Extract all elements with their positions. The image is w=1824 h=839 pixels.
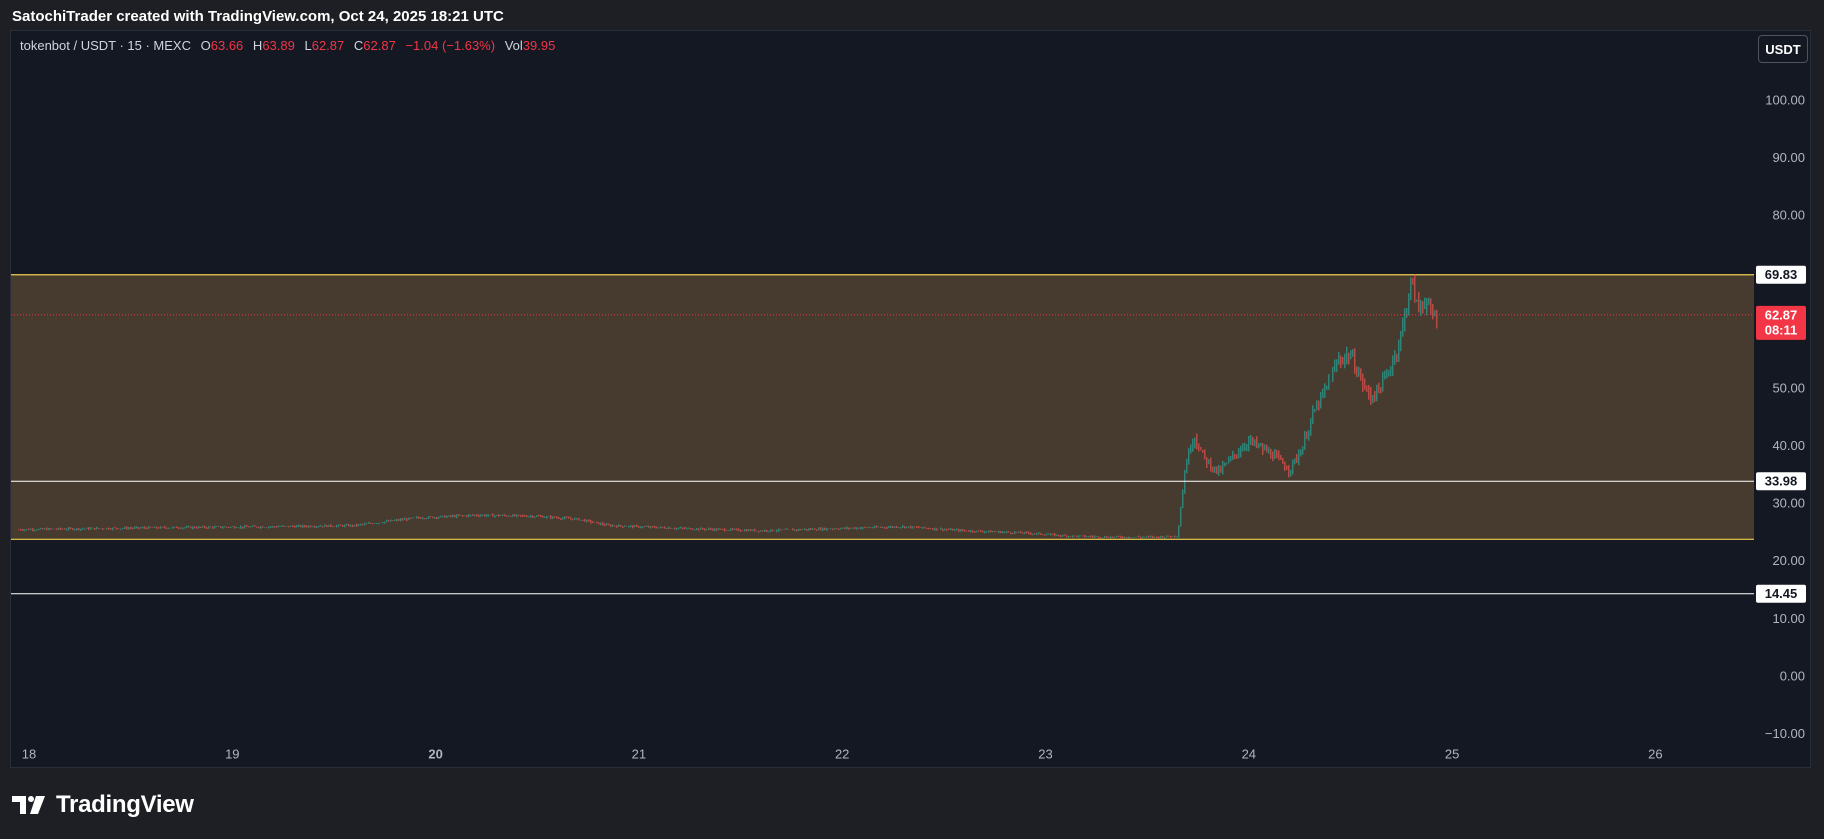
legend-low-label: L <box>304 38 312 53</box>
price-tags: 69.83 33.98 14.45 62.8708:11 <box>1756 265 1806 603</box>
time-tick-label: 26 <box>1648 746 1662 761</box>
legend-open-value: 63.66 <box>210 38 244 53</box>
price-tick-label: 0.00 <box>1780 668 1805 683</box>
legend-low-value: 62.87 <box>311 38 345 53</box>
price-tick-label: 20.00 <box>1772 553 1805 568</box>
price-tick-label: 50.00 <box>1772 380 1805 395</box>
time-tick-label: 19 <box>225 746 239 761</box>
price-tick-label: 100.00 <box>1765 92 1805 107</box>
brand-name: TradingView <box>56 791 194 818</box>
legend-change: −1.04 (−1.63%) <box>405 38 496 53</box>
legend-symbol: tokenbot / USDT · 15 · MEXC <box>20 38 191 53</box>
level-price-tag-label: 69.83 <box>1765 267 1798 282</box>
price-chart[interactable]: 100.00 90.00 80.00 50.00 40.00 30.00 20.00 10.0… <box>0 0 1824 839</box>
time-tick-label: 24 <box>1242 746 1256 761</box>
price-tick-label: 40.00 <box>1772 438 1805 453</box>
level-price-tag-label: 33.98 <box>1765 474 1798 489</box>
legend-close-label: C <box>353 38 364 53</box>
time-tick-label: 22 <box>835 746 849 761</box>
price-tick-label: 10.00 <box>1772 611 1805 626</box>
price-tick-label: 90.00 <box>1772 150 1805 165</box>
legend-vol-value: 39.95 <box>522 38 556 53</box>
bar-countdown: 08:11 <box>1765 322 1798 337</box>
time-tick-label: 21 <box>632 746 646 761</box>
price-tick-label: −10.00 <box>1765 726 1805 741</box>
time-tick-label: 25 <box>1445 746 1459 761</box>
currency-button[interactable]: USDT <box>1758 35 1808 63</box>
last-price-value: 62.87 <box>1765 307 1798 322</box>
time-tick-label: 20 <box>428 746 442 761</box>
price-tick-label: 80.00 <box>1772 208 1805 223</box>
legend-vol-label: Vol <box>504 38 523 53</box>
legend-close-value: 62.87 <box>363 38 396 53</box>
legend-high-label: H <box>252 38 263 53</box>
level-price-tag-label: 14.45 <box>1765 586 1798 601</box>
tradingview-brand[interactable]: TradingView <box>12 790 194 820</box>
legend-high-value: 63.89 <box>262 38 295 53</box>
price-scale: 100.00 90.00 80.00 50.00 40.00 30.00 20.00 10.0… <box>1765 92 1805 741</box>
time-tick-label: 18 <box>22 746 36 761</box>
legend-open-label: O <box>200 38 211 53</box>
time-scale: 18 19 20 21 22 23 24 25 26 <box>22 746 1663 761</box>
time-tick-label: 23 <box>1038 746 1052 761</box>
tradingview-logo-icon <box>12 796 45 814</box>
price-tick-label: 30.00 <box>1772 496 1805 511</box>
symbol-legend[interactable]: tokenbot / USDT · 15 · MEXC O63.66 H63.8… <box>20 36 555 56</box>
